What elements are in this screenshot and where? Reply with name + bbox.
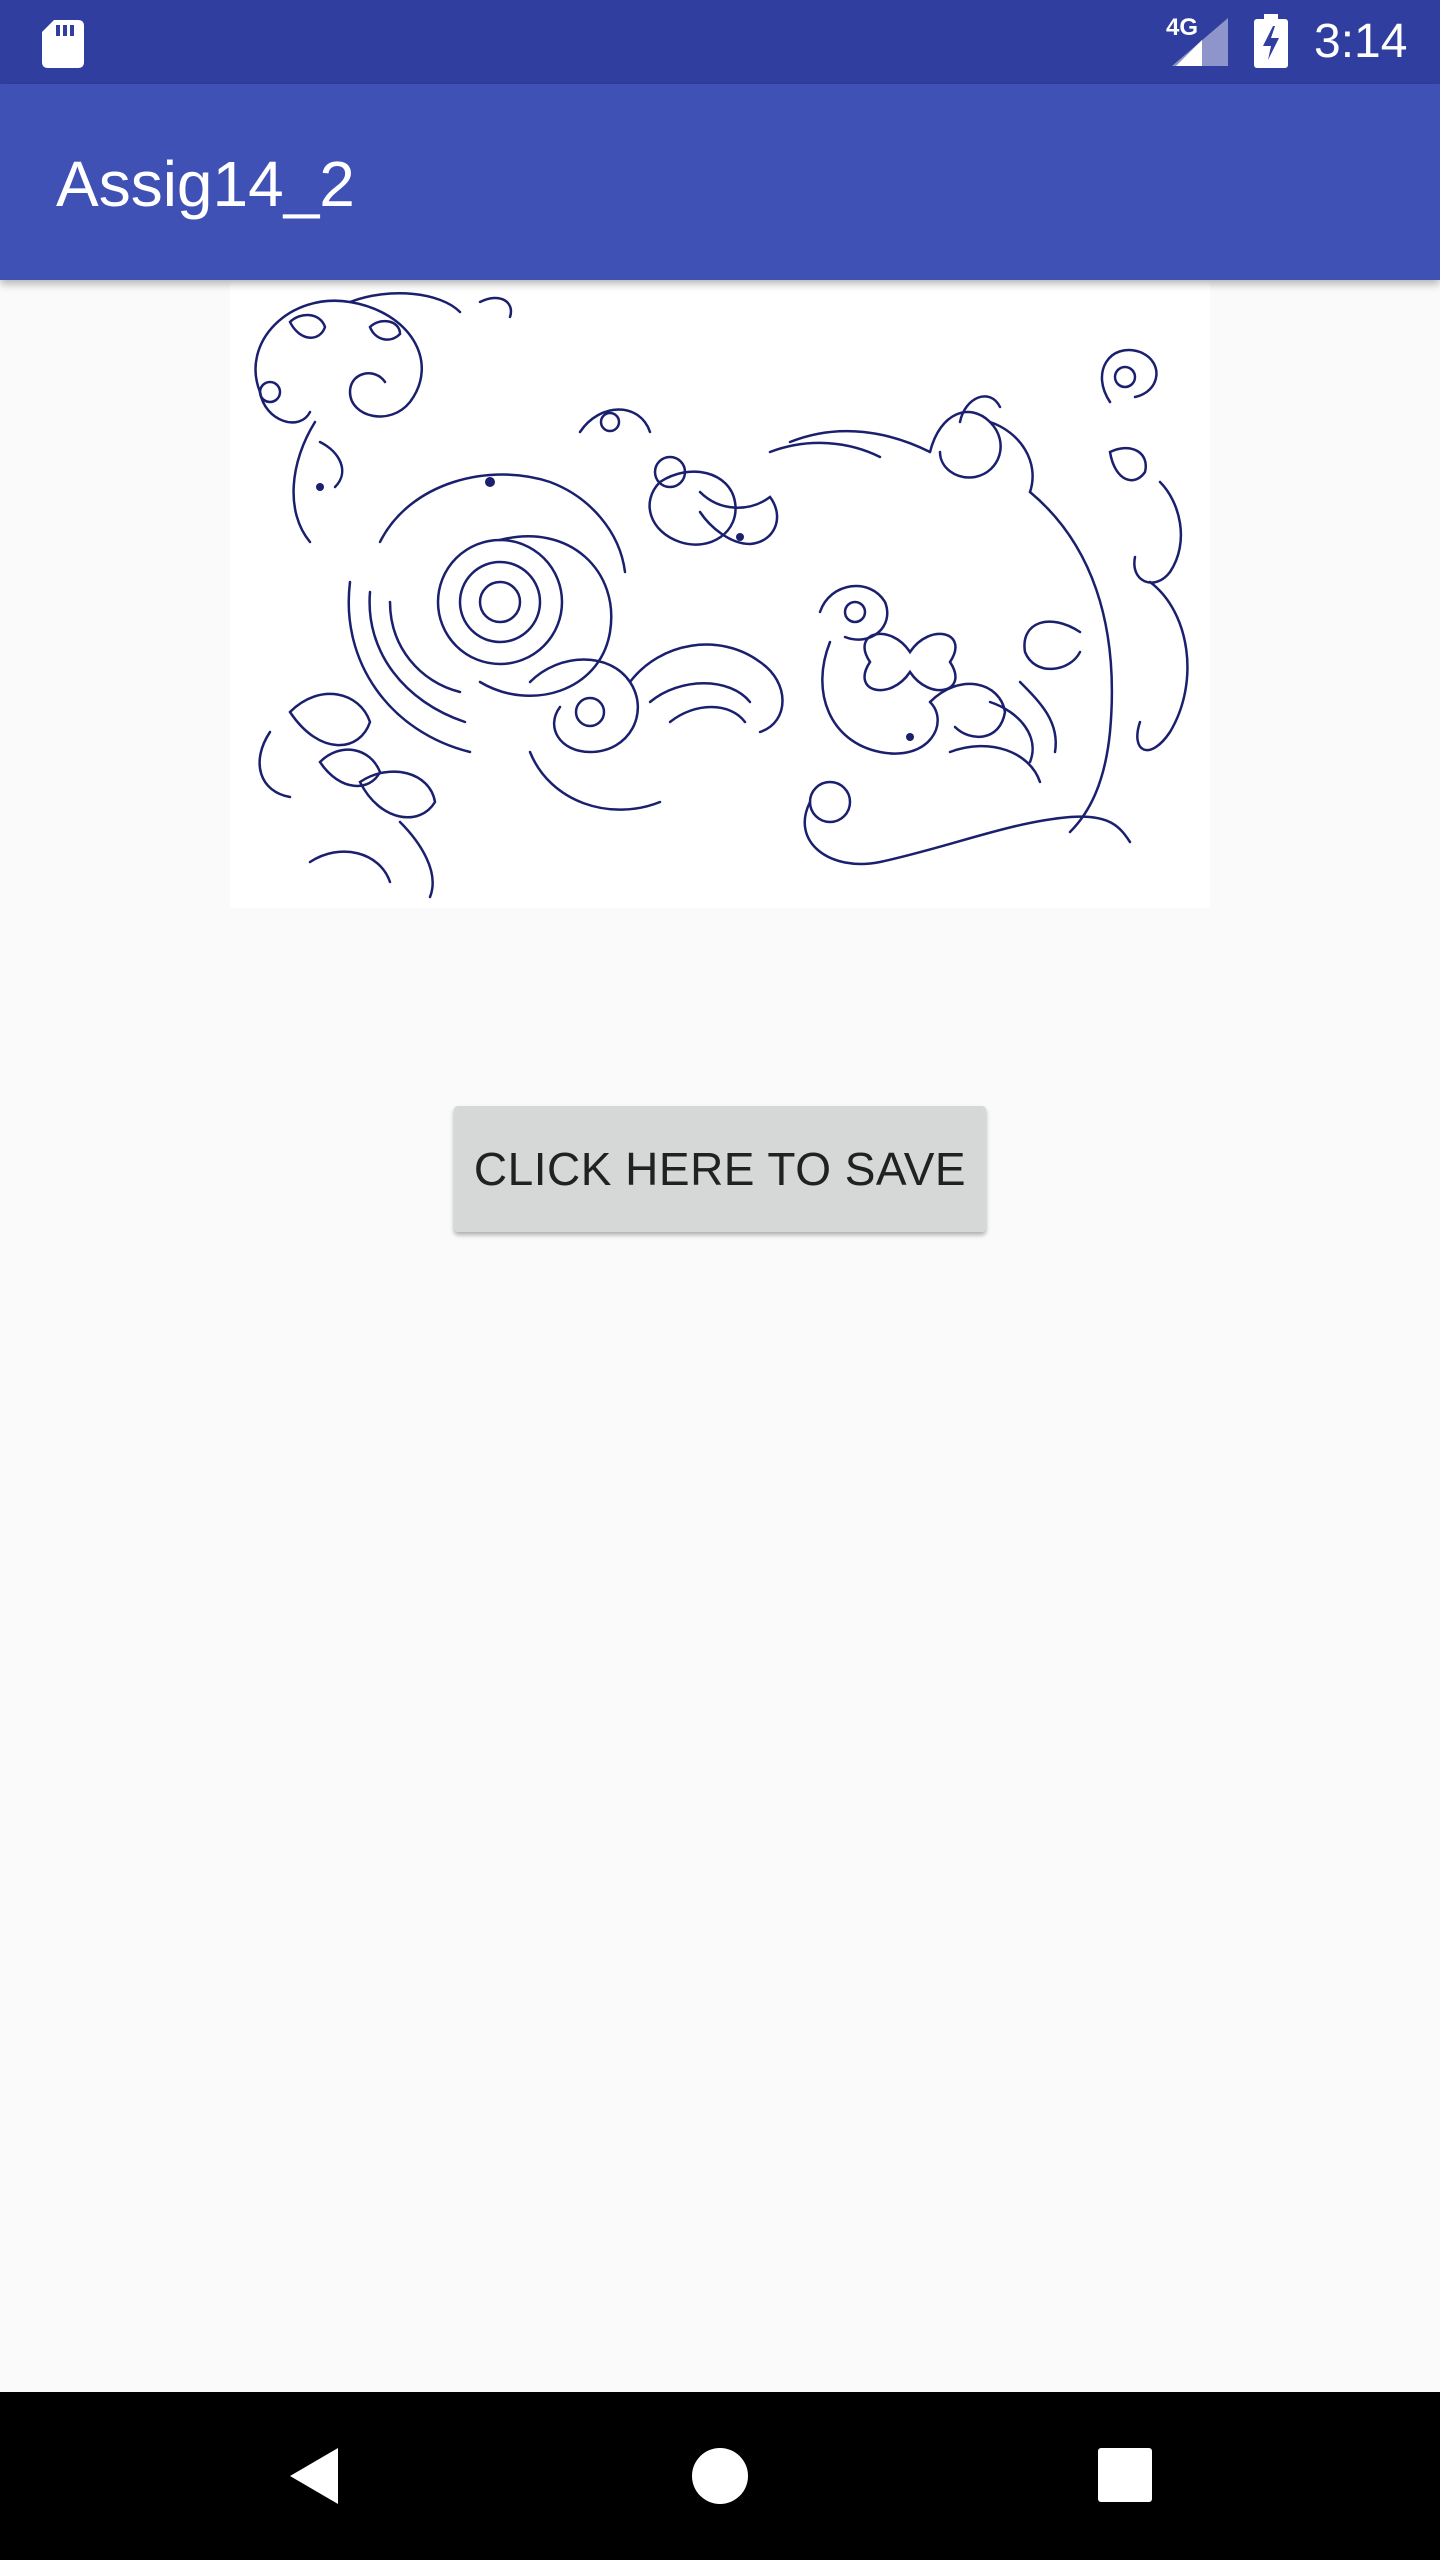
recents-icon[interactable]	[1098, 2448, 1152, 2502]
ornamental-image	[230, 282, 1210, 908]
sd-card-icon	[42, 20, 84, 68]
navigation-bar	[0, 2392, 1440, 2560]
app-title: Assig14_2	[56, 148, 355, 220]
app-bar: Assig14_2	[0, 84, 1440, 280]
battery-charging-icon	[1254, 14, 1288, 68]
status-bar: 4G 3:14	[0, 0, 1440, 84]
home-icon[interactable]	[690, 2446, 750, 2506]
signal-icon	[1172, 18, 1228, 66]
save-button[interactable]: CLICK HERE TO SAVE	[454, 1106, 986, 1232]
back-icon[interactable]	[286, 2446, 346, 2506]
status-clock: 3:14	[1314, 15, 1408, 68]
screen: 4G 3:14 Assig14_2 CLICK HERE TO SAVE	[0, 0, 1440, 2560]
